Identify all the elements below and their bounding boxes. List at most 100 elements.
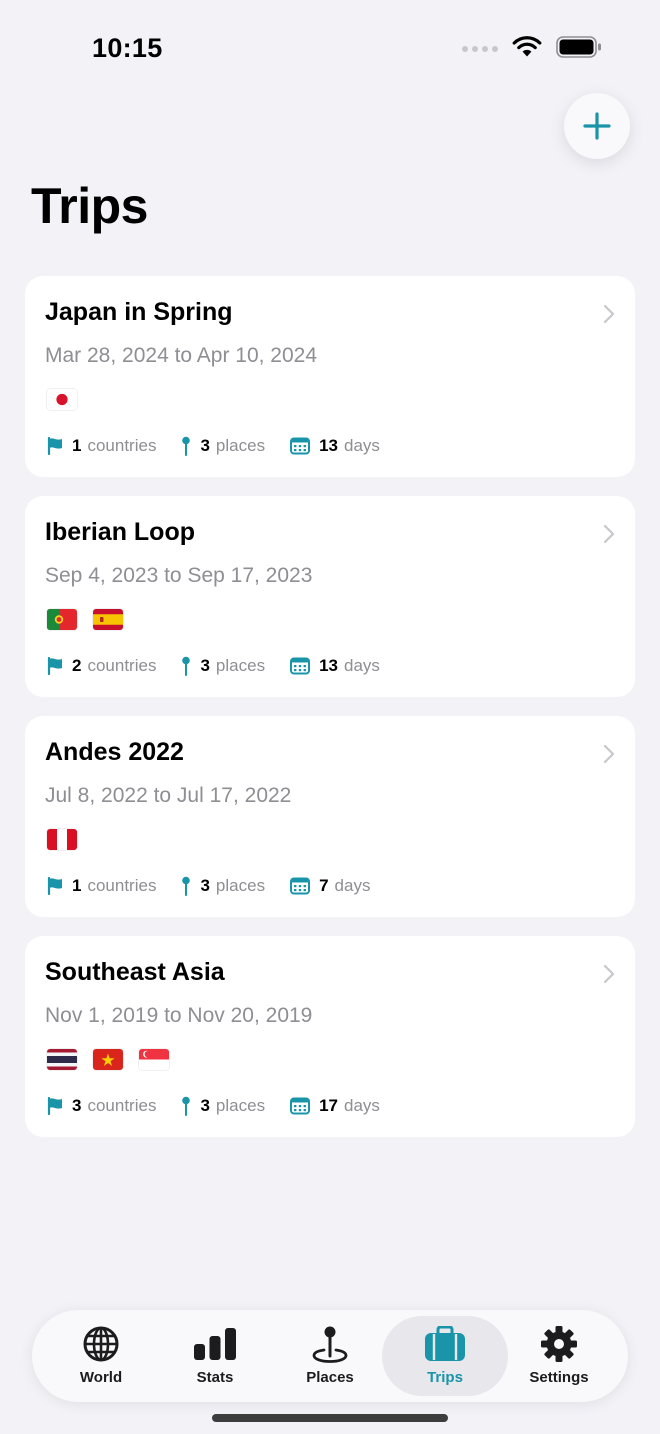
pin-icon	[182, 436, 191, 456]
places-count: 3	[200, 876, 210, 895]
plus-icon	[583, 112, 611, 140]
chevron-right-icon	[603, 524, 615, 544]
vietnam-flag	[93, 1049, 123, 1070]
tab-world[interactable]: World	[38, 1316, 164, 1396]
status-bar: 10:15	[0, 0, 660, 100]
countries-count: 3	[72, 1096, 82, 1115]
countries-label: countries	[87, 656, 157, 675]
portugal-flag	[47, 609, 77, 630]
trip-dates: Sep 4, 2023 to Sep 17, 2023	[45, 564, 313, 587]
country-flags	[47, 829, 77, 850]
country-flags	[47, 1049, 169, 1070]
tab-bar: World Stats Places Trips Settings	[32, 1310, 628, 1402]
countries-stat: 3 countries	[47, 1096, 156, 1116]
days-count: 7	[319, 876, 329, 895]
add-trip-button[interactable]	[564, 93, 630, 159]
tab-places[interactable]: Places	[267, 1316, 393, 1396]
calendar-icon	[290, 657, 311, 675]
countries-stat: 2 countries	[47, 656, 156, 676]
countries-stat: 1 countries	[47, 876, 156, 896]
countries-label: countries	[87, 876, 157, 895]
places-count: 3	[200, 436, 210, 455]
globe-icon	[83, 1326, 119, 1362]
countries-count: 1	[72, 436, 82, 455]
trip-card[interactable]: Japan in Spring Mar 28, 2024 to Apr 10, …	[25, 276, 635, 477]
calendar-icon	[290, 437, 311, 455]
trip-dates: Jul 8, 2022 to Jul 17, 2022	[45, 784, 292, 807]
tab-label: World	[79, 1369, 123, 1386]
days-stat: 13 days	[290, 436, 380, 456]
battery-icon	[556, 36, 601, 58]
trip-name: Japan in Spring	[45, 298, 233, 326]
days-label: days	[334, 876, 371, 895]
flag-icon	[47, 437, 62, 455]
singapore-flag	[139, 1049, 169, 1070]
places-stat: 3 places	[181, 876, 265, 896]
home-indicator	[212, 1414, 448, 1422]
countries-label: countries	[87, 1096, 157, 1115]
flag-icon	[47, 657, 62, 675]
days-label: days	[343, 1096, 380, 1115]
country-flags	[47, 609, 123, 630]
chevron-right-icon	[603, 964, 615, 984]
bar-chart-icon	[194, 1328, 236, 1360]
page-title: Trips	[31, 178, 148, 234]
days-count: 13	[319, 436, 338, 455]
suitcase-icon	[425, 1326, 465, 1361]
pin-icon	[182, 1096, 191, 1116]
days-label: days	[343, 436, 380, 455]
tab-label: Trips	[427, 1369, 463, 1386]
days-stat: 7 days	[290, 876, 370, 896]
places-stat: 3 places	[181, 436, 265, 456]
status-time: 10:15	[92, 33, 163, 63]
days-stat: 17 days	[290, 1096, 380, 1116]
places-label: places	[215, 876, 266, 895]
countries-count: 1	[72, 876, 82, 895]
spain-flag	[93, 609, 123, 630]
trip-dates: Mar 28, 2024 to Apr 10, 2024	[45, 344, 318, 367]
flag-icon	[47, 877, 62, 895]
calendar-icon	[290, 877, 311, 895]
trip-stats: 2 countries 3 places 13 days	[47, 656, 405, 676]
status-icons	[462, 36, 602, 58]
countries-count: 2	[72, 656, 82, 675]
map-pin-icon	[312, 1326, 348, 1363]
tab-label: Places	[306, 1369, 354, 1386]
tab-stats[interactable]: Stats	[152, 1316, 278, 1396]
trip-dates: Nov 1, 2019 to Nov 20, 2019	[45, 1004, 313, 1027]
peru-flag	[47, 829, 77, 850]
trip-card[interactable]: Andes 2022 Jul 8, 2022 to Jul 17, 2022 1…	[25, 716, 635, 917]
days-count: 17	[319, 1096, 338, 1115]
trip-name: Andes 2022	[45, 738, 184, 766]
days-label: days	[343, 656, 380, 675]
thailand-flag	[47, 1049, 77, 1070]
places-label: places	[215, 436, 266, 455]
trip-card[interactable]: Iberian Loop Sep 4, 2023 to Sep 17, 2023…	[25, 496, 635, 697]
places-label: places	[215, 656, 266, 675]
cellular-signal-icon	[462, 46, 498, 52]
countries-stat: 1 countries	[47, 436, 156, 456]
trip-stats: 1 countries 3 places 13 days	[47, 436, 405, 456]
pin-icon	[182, 656, 191, 676]
wifi-icon	[512, 36, 542, 57]
trip-card[interactable]: Southeast Asia Nov 1, 2019 to Nov 20, 20…	[25, 936, 635, 1137]
places-count: 3	[200, 1096, 210, 1115]
flag-icon	[47, 1097, 62, 1115]
gear-icon	[541, 1326, 577, 1362]
days-stat: 13 days	[290, 656, 380, 676]
pin-icon	[182, 876, 191, 896]
calendar-icon	[290, 1097, 311, 1115]
countries-label: countries	[87, 436, 157, 455]
places-label: places	[215, 1096, 266, 1115]
trip-name: Iberian Loop	[45, 518, 195, 546]
trip-stats: 3 countries 3 places 17 days	[47, 1096, 405, 1116]
chevron-right-icon	[603, 744, 615, 764]
tab-label: Settings	[529, 1369, 589, 1386]
tab-trips[interactable]: Trips	[382, 1316, 508, 1396]
places-stat: 3 places	[181, 656, 265, 676]
country-flags	[47, 389, 77, 410]
trip-name: Southeast Asia	[45, 958, 225, 986]
tab-settings[interactable]: Settings	[496, 1316, 622, 1396]
places-count: 3	[200, 656, 210, 675]
chevron-right-icon	[603, 304, 615, 324]
